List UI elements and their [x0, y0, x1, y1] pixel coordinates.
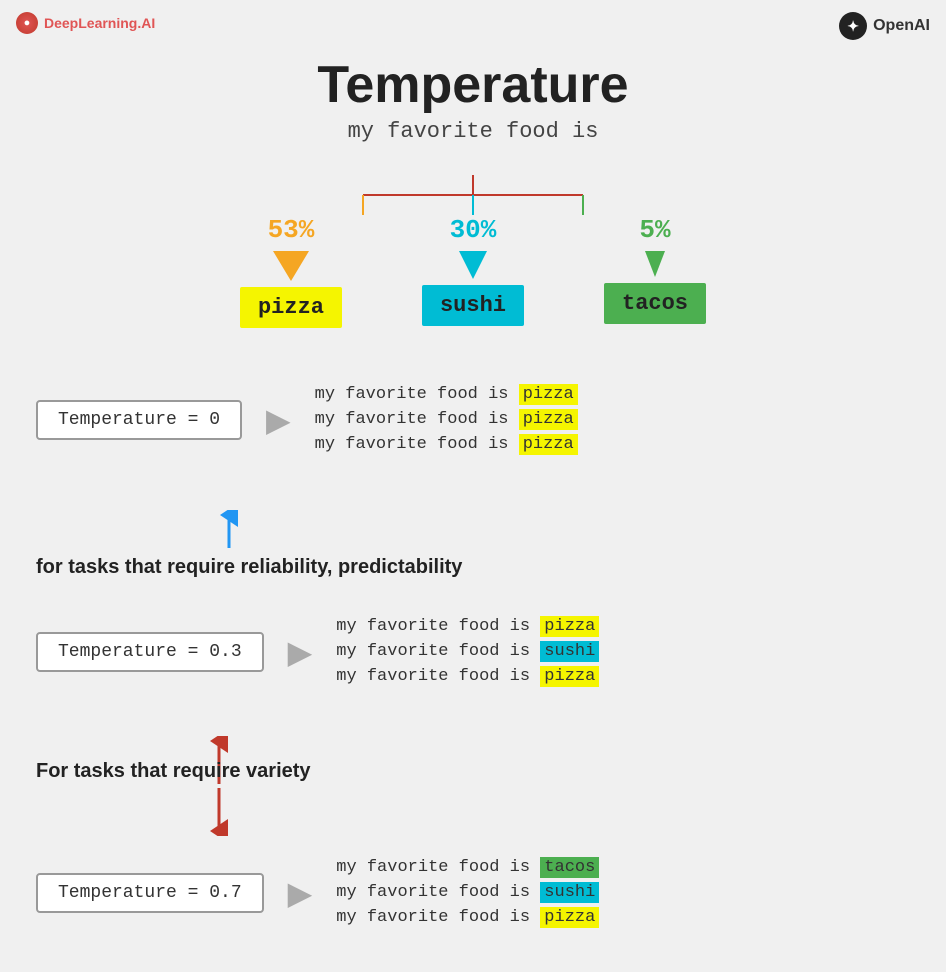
temp03-line2-highlight: sushi: [540, 641, 599, 662]
temp0-line1-text: my favorite food is: [315, 385, 519, 404]
temp07-arrow-right: ▶: [288, 874, 313, 912]
temp0-line3-highlight: pizza: [519, 434, 578, 455]
temp07-label: Temperature = 0.7: [58, 883, 242, 903]
page-title: Temperature: [0, 55, 946, 115]
temp07-line2: my favorite food is sushi: [336, 883, 599, 902]
temp03-arrow-right: ▶: [288, 633, 313, 671]
temp03-line1-text: my favorite food is: [336, 617, 540, 636]
pizza-arrow: [273, 251, 309, 281]
desc0-text: for tasks that require reliability, pred…: [36, 556, 462, 579]
temp0-line2-text: my favorite food is: [315, 410, 519, 429]
tacos-column: 5% tacos: [604, 215, 706, 324]
temp07-line2-text: my favorite food is: [336, 883, 540, 902]
temp03-box: Temperature = 0.3: [36, 632, 264, 672]
desc0-label: for tasks that require reliability, pred…: [36, 556, 462, 578]
temp0-line2: my favorite food is pizza: [315, 410, 578, 429]
temp0-line1-highlight: pizza: [519, 384, 578, 405]
openai-logo-text: OpenAI: [873, 17, 930, 35]
temp03-label: Temperature = 0.3: [58, 642, 242, 662]
temp0-output: my favorite food is pizza my favorite fo…: [315, 385, 578, 454]
temp03-line3-text: my favorite food is: [336, 667, 540, 686]
temp03-line2-text: my favorite food is: [336, 642, 540, 661]
tree-content-row: 53% pizza 30% sushi 5% tacos: [240, 215, 706, 328]
tacos-percentage: 5%: [639, 215, 670, 245]
openai-logo: ✦ OpenAI: [839, 12, 930, 40]
tacos-arrow: [645, 251, 665, 277]
sushi-column: 30% sushi: [422, 215, 524, 326]
temp0-label: Temperature = 0: [58, 410, 220, 430]
temp07-line3-text: my favorite food is: [336, 908, 540, 927]
temp07-box: Temperature = 0.7: [36, 873, 264, 913]
sushi-arrow: [459, 251, 487, 279]
temp07-line1: my favorite food is tacos: [336, 858, 599, 877]
deeplearning-logo: ● DeepLearning.AI: [16, 12, 155, 34]
temp0-line3-text: my favorite food is: [315, 435, 519, 454]
temp0-line3: my favorite food is pizza: [315, 435, 578, 454]
temp03-line1: my favorite food is pizza: [336, 617, 599, 636]
temp0-line1: my favorite food is pizza: [315, 385, 578, 404]
red-arrow-svg: [204, 736, 234, 836]
temp07-output: my favorite food is tacos my favorite fo…: [336, 858, 599, 927]
desc1-text: For tasks that require variety: [36, 760, 311, 783]
tree-diagram: 53% pizza 30% sushi 5% tacos: [0, 155, 946, 328]
temp0-arrow-right: ▶: [266, 401, 291, 439]
openai-logo-icon: ✦: [839, 12, 867, 40]
pizza-column: 53% pizza: [240, 215, 342, 328]
temp0-section: Temperature = 0 ▶ my favorite food is pi…: [36, 385, 910, 454]
pizza-percentage: 53%: [268, 215, 315, 245]
temp03-line1-highlight: pizza: [540, 616, 599, 637]
temp03-output: my favorite food is pizza my favorite fo…: [336, 617, 599, 686]
temp07-line1-highlight: tacos: [540, 857, 599, 878]
temp03-section: Temperature = 0.3 ▶ my favorite food is …: [36, 617, 910, 686]
temp03-line3: my favorite food is pizza: [336, 667, 599, 686]
sushi-percentage: 30%: [450, 215, 497, 245]
blue-up-arrow: [214, 510, 244, 550]
title-area: Temperature my favorite food is: [0, 55, 946, 144]
temp0-box: Temperature = 0: [36, 400, 242, 440]
dl-logo-icon: ●: [16, 12, 38, 34]
temp07-line1-text: my favorite food is: [336, 858, 540, 877]
temp07-line2-highlight: sushi: [540, 882, 599, 903]
desc1-label: For tasks that require variety: [36, 760, 311, 782]
page-subtitle: my favorite food is: [0, 119, 946, 144]
blue-arrow-svg: [214, 510, 244, 550]
tacos-box: tacos: [604, 283, 706, 324]
temp03-line3-highlight: pizza: [540, 666, 599, 687]
temp03-line2: my favorite food is sushi: [336, 642, 599, 661]
pizza-box: pizza: [240, 287, 342, 328]
dl-logo-text: DeepLearning.AI: [44, 15, 155, 31]
temp0-line2-highlight: pizza: [519, 409, 578, 430]
temp07-line3: my favorite food is pizza: [336, 908, 599, 927]
sushi-box: sushi: [422, 285, 524, 326]
temp07-section: Temperature = 0.7 ▶ my favorite food is …: [36, 858, 910, 927]
temp07-line3-highlight: pizza: [540, 907, 599, 928]
red-vert-arrow: [204, 736, 234, 836]
